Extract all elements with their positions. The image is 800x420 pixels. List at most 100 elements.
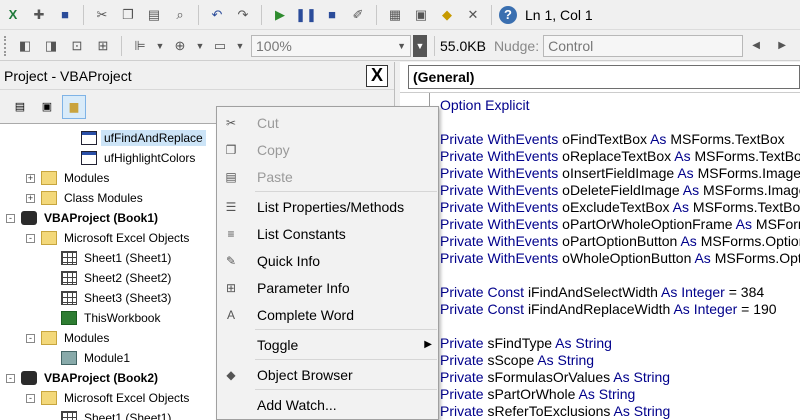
tree-node[interactable]: Sheet2 (Sheet2) [46, 268, 174, 288]
code-editor[interactable]: Option Explicit Private WithEvents oFindT… [400, 92, 800, 420]
code-line[interactable]: Private WithEvents oDeleteFieldImage As … [440, 182, 800, 198]
toolbox-icon[interactable]: ✕ [462, 4, 484, 26]
arrow-left-icon[interactable]: ◀ [745, 35, 767, 57]
size-dropdown-icon[interactable]: ▼ [235, 35, 245, 57]
run-icon[interactable]: ▶ [269, 4, 291, 26]
find-icon[interactable]: ⌕ [169, 4, 191, 26]
tree-node[interactable]: - Microsoft Excel Objects [26, 388, 192, 408]
tree-node[interactable]: - VBAProject (Book1) [6, 208, 161, 228]
collapse-icon[interactable]: - [6, 373, 15, 383]
collapse-toolbar-icon[interactable]: ▼ [413, 34, 427, 57]
code-line[interactable]: Private sReferToExclusions As String [440, 403, 670, 419]
code-token: iFindAndSelectWidth [527, 284, 662, 300]
close-icon[interactable]: X [366, 64, 388, 87]
tree-node[interactable]: Sheet1 (Sheet1) [46, 248, 174, 268]
tree-node[interactable]: - Microsoft Excel Objects [26, 228, 192, 248]
userform-icon [81, 151, 97, 165]
toggle-folders-icon[interactable]: ▆ [62, 94, 86, 119]
insert-object-icon[interactable]: ✚ [28, 4, 50, 26]
tree-node[interactable]: - VBAProject (Book2) [6, 368, 161, 388]
save-icon[interactable]: ■ [54, 4, 76, 26]
menu-separator [255, 389, 437, 390]
copy-icon[interactable]: ❐ [117, 4, 139, 26]
code-line[interactable]: Private Const iFindAndSelectWidth As Int… [440, 284, 764, 300]
menu-item-label: Object Browser [257, 366, 353, 383]
center-icon[interactable]: ⊕ [169, 35, 191, 57]
code-line[interactable]: Private WithEvents oInsertFieldImage As … [440, 165, 800, 181]
ungroup-icon[interactable]: ⊞ [92, 35, 114, 57]
code-line[interactable]: Private sFormulasOrValues As String [440, 369, 670, 385]
code-line[interactable]: Private WithEvents oFindTextBox As MSFor… [440, 131, 785, 147]
view-code-icon[interactable]: ▤ [8, 95, 32, 119]
tree-node[interactable]: Module1 [46, 348, 133, 368]
tree-node[interactable]: Sheet1 (Sheet1) [46, 408, 174, 420]
complete-word-icon: A [226, 307, 235, 322]
collapse-icon[interactable]: - [6, 213, 15, 223]
collapse-icon[interactable]: - [26, 333, 35, 343]
tree-node[interactable]: ufFindAndReplace [66, 128, 206, 148]
code-line[interactable]: Private WithEvents oReplaceTextBox As MS… [440, 148, 800, 164]
code-line[interactable]: Private Const iFindAndReplaceWidth As In… [440, 301, 777, 317]
toolbar-grip[interactable] [4, 35, 8, 56]
tree-node[interactable]: ThisWorkbook [46, 308, 163, 328]
menu-item-toggle[interactable]: Toggle ▶ [217, 331, 438, 358]
menu-item-add-watch[interactable]: Add Watch... [217, 391, 438, 418]
toolbar-separator [121, 35, 122, 56]
paste-icon[interactable]: ▤ [143, 4, 165, 26]
toolbar-separator [434, 35, 435, 56]
center-dropdown-icon[interactable]: ▼ [195, 35, 205, 57]
menu-item-complete-word[interactable]: A Complete Word [217, 301, 438, 328]
code-line[interactable]: Private WithEvents oExcludeTextBox As MS… [440, 199, 800, 215]
code-line[interactable]: Option Explicit [440, 97, 529, 113]
break-icon[interactable]: ❚❚ [295, 4, 317, 26]
code-keyword: Option Explicit [440, 97, 530, 113]
undo-icon[interactable]: ↶ [206, 4, 228, 26]
menu-item-object-browser[interactable]: ◆ Object Browser [217, 361, 438, 388]
collapse-icon[interactable]: - [26, 393, 35, 403]
tree-node[interactable]: ufHighlightColors [66, 148, 198, 168]
make-same-size-icon[interactable]: ▭ [209, 35, 231, 57]
tree-node[interactable]: - Modules [26, 328, 112, 348]
group-icon[interactable]: ⊡ [66, 35, 88, 57]
menu-item-label: Parameter Info [257, 279, 350, 296]
excel-icon[interactable]: X [2, 4, 24, 26]
align-dropdown-icon[interactable]: ▼ [155, 35, 165, 57]
object-browser-icon[interactable]: ◆ [436, 4, 458, 26]
cut-icon[interactable]: ✂ [91, 4, 113, 26]
collapse-icon[interactable]: - [26, 233, 35, 243]
code-line[interactable]: Private WithEvents oWholeOptionButton As… [440, 250, 800, 266]
menu-item-cut[interactable]: ✂ Cut [217, 109, 438, 136]
project-explorer-icon[interactable]: ▦ [384, 4, 406, 26]
tree-node[interactable]: Sheet3 (Sheet3) [46, 288, 174, 308]
menu-item-paste[interactable]: ▤ Paste [217, 163, 438, 190]
menu-item-list-properties-methods[interactable]: ☰ List Properties/Methods [217, 193, 438, 220]
nudge-combo[interactable]: Control [543, 34, 744, 57]
reset-icon[interactable]: ■ [321, 4, 343, 26]
code-line[interactable]: Private sScope As String [440, 352, 594, 368]
menu-item-list-constants[interactable]: ≡ List Constants [217, 220, 438, 247]
expand-icon[interactable]: + [26, 193, 35, 203]
menu-item-label: Toggle [257, 336, 299, 353]
arrow-right-icon[interactable]: ▶ [771, 35, 793, 57]
help-icon[interactable]: ? [499, 5, 517, 24]
align-icon[interactable]: ⊫ [129, 35, 151, 57]
send-to-back-icon[interactable]: ◨ [40, 35, 62, 57]
object-combo[interactable]: (General) [408, 65, 800, 89]
code-line[interactable]: Private WithEvents oPartOptionButton As … [440, 233, 800, 249]
properties-window-icon[interactable]: ▣ [410, 4, 432, 26]
redo-icon[interactable]: ↷ [232, 4, 254, 26]
code-keyword: As [650, 131, 671, 147]
design-mode-icon[interactable]: ✐ [347, 4, 369, 26]
menu-item-parameter-info[interactable]: ⊞ Parameter Info [217, 274, 438, 301]
menu-item-quick-info[interactable]: ✎ Quick Info [217, 247, 438, 274]
code-line[interactable]: Private sFindType As String [440, 335, 612, 351]
zoom-combo[interactable]: 100% ▼ [251, 34, 411, 57]
expand-icon[interactable]: + [26, 173, 35, 183]
view-object-icon[interactable]: ▣ [35, 95, 59, 119]
bring-to-front-icon[interactable]: ◧ [14, 35, 36, 57]
code-line[interactable]: Private WithEvents oPartOrWholeOptionFra… [440, 216, 800, 232]
menu-item-copy[interactable]: ❐ Copy [217, 136, 438, 163]
tree-node[interactable]: + Modules [26, 168, 112, 188]
code-line[interactable]: Private sPartOrWhole As String [440, 386, 635, 402]
tree-node[interactable]: + Class Modules [26, 188, 146, 208]
